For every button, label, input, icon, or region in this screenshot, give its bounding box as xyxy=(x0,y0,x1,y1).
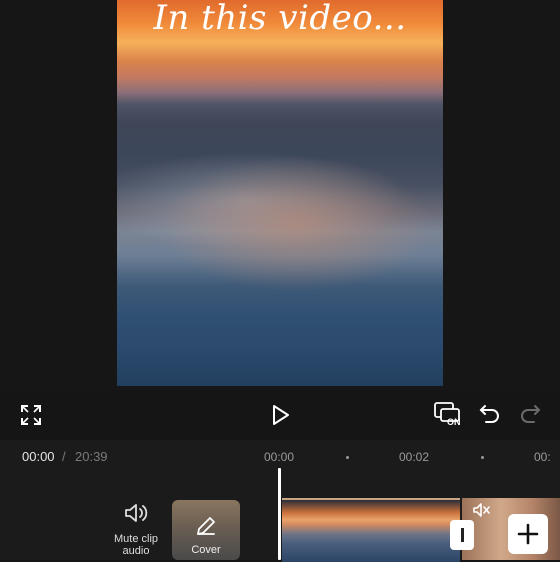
ruler-dot xyxy=(346,456,349,459)
ruler-tick-label: 00: xyxy=(534,450,551,464)
video-clip-track[interactable] xyxy=(282,498,460,562)
timeline-panel: 00:00 / 20:39 00:00 00:02 00: Mute clip … xyxy=(0,440,560,562)
ruler-tick-label: 00:00 xyxy=(264,450,295,464)
clip-frame-thumbnail xyxy=(348,500,414,562)
video-preview[interactable]: In this video... xyxy=(117,0,443,386)
speaker-icon xyxy=(125,504,148,522)
ruler-tick-label: 00:02 xyxy=(399,450,430,464)
clip-trim-handle[interactable] xyxy=(450,520,474,550)
cover-label: Cover xyxy=(191,544,221,556)
mute-clip-label: Mute clip audio xyxy=(113,533,159,557)
playback-controls: ON xyxy=(0,390,560,440)
auto-captions-icon[interactable]: ON xyxy=(432,400,466,430)
fullscreen-icon[interactable] xyxy=(18,402,44,428)
mute-clip-audio-button[interactable]: Mute clip audio xyxy=(108,502,164,557)
plus-icon xyxy=(517,523,539,545)
total-duration: 20:39 xyxy=(75,449,108,464)
play-icon[interactable] xyxy=(268,402,294,428)
time-separator: / xyxy=(62,449,66,464)
captions-on-badge: ON xyxy=(447,417,461,427)
cover-button[interactable]: Cover xyxy=(172,500,240,560)
clip-frame-thumbnail xyxy=(282,500,348,562)
muted-speaker-icon xyxy=(472,502,490,523)
redo-icon[interactable] xyxy=(518,402,542,426)
ruler-dot xyxy=(481,456,484,459)
playhead[interactable] xyxy=(278,468,281,560)
video-text-overlay[interactable]: In this video... xyxy=(117,0,443,38)
add-clip-button[interactable] xyxy=(508,514,548,554)
video-preview-area: In this video... xyxy=(0,0,560,390)
undo-icon[interactable] xyxy=(478,402,502,426)
current-time: 00:00 xyxy=(22,449,55,464)
pencil-icon xyxy=(194,514,218,543)
